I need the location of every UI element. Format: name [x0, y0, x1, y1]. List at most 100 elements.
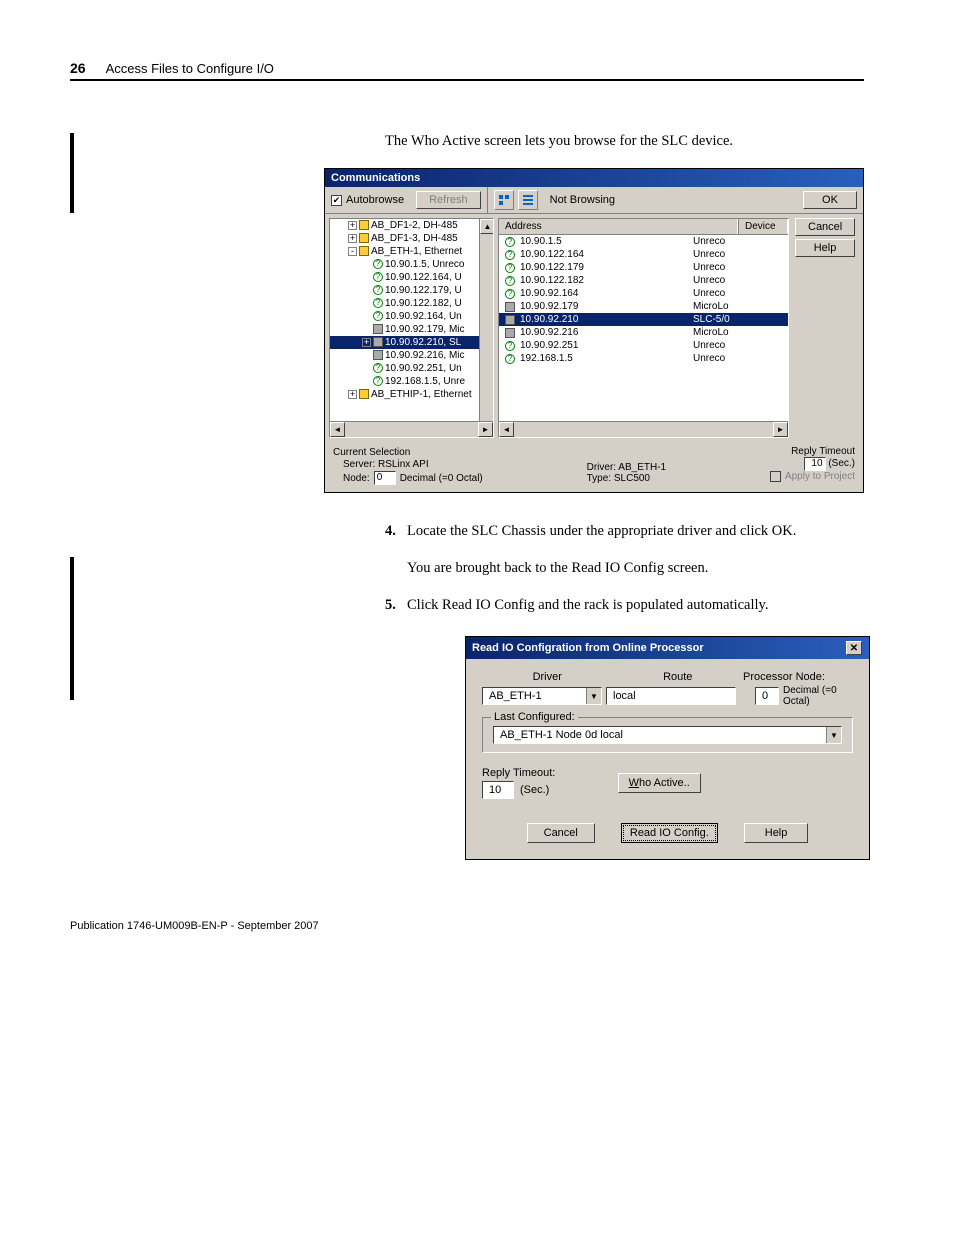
device-address: 10.90.122.182 — [520, 275, 584, 286]
tree-node-label: 10.90.122.182, U — [385, 298, 462, 309]
unknown-device-icon: ? — [373, 272, 383, 282]
tree-node[interactable]: ?192.168.1.5, Unre — [330, 375, 493, 388]
tree-node[interactable]: ?10.90.92.164, Un — [330, 310, 493, 323]
processor-node-label: Processor Node: — [743, 671, 853, 683]
page-number: 26 — [70, 60, 86, 76]
tree-node-label: AB_DF1-2, DH-485 — [371, 220, 458, 231]
scroll-right-button[interactable]: ► — [773, 422, 788, 437]
tree-node[interactable]: 10.90.92.216, Mic — [330, 349, 493, 362]
node-format: Decimal (=0 Octal) — [400, 473, 483, 484]
network-tree[interactable]: +AB_DF1-2, DH-485+AB_DF1-3, DH-485-AB_ET… — [329, 218, 494, 438]
processor-node-format: Decimal (=0 Octal) — [783, 685, 853, 707]
driver-value: AB_ETH-1 — [618, 462, 666, 473]
device-type: MicroLo — [689, 301, 729, 312]
view-list-button[interactable] — [518, 190, 538, 210]
scroll-left-button[interactable]: ◄ — [330, 422, 345, 437]
help-button[interactable]: Help — [744, 823, 809, 843]
device-list-row[interactable]: 10.90.92.210SLC-5/0 — [499, 313, 788, 326]
device-list-row[interactable]: ?10.90.122.164Unreco — [499, 248, 788, 261]
help-button[interactable]: Help — [795, 239, 855, 257]
type-value: SLC500 — [614, 473, 650, 484]
dropdown-arrow-icon[interactable]: ▼ — [826, 727, 841, 743]
cancel-button[interactable]: Cancel — [527, 823, 595, 843]
device-list-row[interactable]: 10.90.92.179MicroLo — [499, 300, 788, 313]
tree-node[interactable]: ?10.90.92.251, Un — [330, 362, 493, 375]
device-list-row[interactable]: ?192.168.1.5Unreco — [499, 352, 788, 365]
tree-vertical-scrollbar[interactable]: ▲ — [479, 219, 493, 421]
device-address: 10.90.1.5 — [520, 236, 562, 247]
tree-node[interactable]: 10.90.92.179, Mic — [330, 323, 493, 336]
reply-timeout-unit: (Sec.) — [520, 784, 549, 796]
tree-node[interactable]: +10.90.92.210, SL — [330, 336, 493, 349]
device-address: 10.90.122.164 — [520, 249, 584, 260]
who-active-button[interactable]: Who Active.. — [618, 773, 701, 793]
dialog-titlebar[interactable]: Communications — [325, 169, 863, 187]
tree-node[interactable]: ?10.90.122.182, U — [330, 297, 493, 310]
tree-node[interactable]: ?10.90.122.164, U — [330, 271, 493, 284]
tree-node[interactable]: ?10.90.122.179, U — [330, 284, 493, 297]
device-list-row[interactable]: ?10.90.1.5Unreco — [499, 235, 788, 248]
processor-node-input[interactable]: 0 — [755, 687, 779, 705]
tree-node[interactable]: ?10.90.1.5, Unreco — [330, 258, 493, 271]
reply-timeout-label: Reply Timeout: — [482, 767, 555, 779]
dropdown-arrow-icon[interactable]: ▼ — [586, 688, 601, 704]
dialog-toolbar: ✔ Autobrowse Refresh Not Browsing OK — [325, 187, 863, 214]
processor-node-value: 0 — [756, 690, 778, 702]
route-value: local — [607, 690, 735, 702]
last-configured-label: Last Configured: — [491, 711, 578, 723]
tree-horizontal-scrollbar[interactable]: ◄ ► — [330, 421, 493, 437]
route-input[interactable]: local — [606, 687, 736, 705]
network-icon — [359, 220, 369, 230]
device-list-row[interactable]: ?10.90.122.182Unreco — [499, 274, 788, 287]
ok-button[interactable]: OK — [803, 191, 857, 209]
dialog-titlebar[interactable]: Read IO Configration from Online Process… — [466, 637, 869, 659]
reply-timeout-input[interactable]: 10 — [482, 781, 514, 799]
expand-toggle[interactable]: + — [348, 390, 357, 399]
expand-toggle[interactable]: + — [348, 221, 357, 230]
apply-to-project-checkbox — [770, 471, 781, 482]
tree-node[interactable]: + AB_ETHIP-1, Ethernet — [330, 388, 493, 401]
expand-toggle[interactable]: + — [348, 234, 357, 243]
unknown-device-icon: ? — [505, 237, 515, 247]
tree-node-label: 10.90.122.179, U — [385, 285, 462, 296]
device-list-row[interactable]: 10.90.92.216MicroLo — [499, 326, 788, 339]
change-bar — [70, 557, 74, 700]
tree-node[interactable]: -AB_ETH-1, Ethernet — [330, 245, 493, 258]
device-type: Unreco — [689, 288, 725, 299]
tree-node[interactable]: +AB_DF1-3, DH-485 — [330, 232, 493, 245]
unknown-device-icon: ? — [373, 376, 383, 386]
scroll-left-button[interactable]: ◄ — [499, 422, 514, 437]
network-icon — [359, 233, 369, 243]
list-horizontal-scrollbar[interactable]: ◄ ► — [499, 421, 788, 437]
device-type: Unreco — [689, 262, 725, 273]
device-type: Unreco — [689, 249, 725, 260]
unknown-device-icon: ? — [505, 354, 515, 364]
device-list-row[interactable]: ?10.90.92.164Unreco — [499, 287, 788, 300]
step-5: 5. Click Read IO Config and the rack is … — [385, 595, 864, 616]
expand-toggle[interactable]: + — [362, 338, 371, 347]
tree-node-label: AB_ETHIP-1, Ethernet — [371, 389, 472, 400]
read-io-config-button[interactable]: Read IO Config. — [621, 823, 718, 843]
cancel-button[interactable]: Cancel — [795, 218, 855, 236]
address-column-header[interactable]: Address — [499, 219, 738, 234]
unknown-device-icon: ? — [505, 289, 515, 299]
tree-node[interactable]: + AB_DF1-2, DH-485 — [330, 219, 493, 232]
expand-toggle[interactable]: - — [348, 247, 357, 256]
device-list[interactable]: Address Device ?10.90.1.5Unreco?10.90.12… — [498, 218, 789, 438]
device-list-row[interactable]: ?10.90.122.179Unreco — [499, 261, 788, 274]
driver-select[interactable]: AB_ETH-1 ▼ — [482, 687, 602, 705]
tree-node-label: 192.168.1.5, Unre — [385, 376, 465, 387]
view-large-icons-button[interactable] — [494, 190, 514, 210]
device-column-header[interactable]: Device — [738, 219, 788, 234]
tree-node-label: 10.90.92.251, Un — [385, 363, 462, 374]
route-heading: Route — [613, 671, 744, 683]
device-list-row[interactable]: ?10.90.92.251Unreco — [499, 339, 788, 352]
close-button[interactable]: ✕ — [846, 641, 862, 655]
node-input[interactable]: 0 — [374, 471, 396, 485]
scroll-up-button[interactable]: ▲ — [480, 219, 494, 234]
reply-timeout-input[interactable]: 10 — [804, 457, 826, 471]
last-configured-select[interactable]: AB_ETH-1 Node 0d local ▼ — [493, 726, 842, 744]
scroll-right-button[interactable]: ► — [478, 422, 493, 437]
autobrowse-checkbox[interactable]: ✔ — [331, 195, 342, 206]
refresh-button[interactable]: Refresh — [416, 191, 481, 209]
